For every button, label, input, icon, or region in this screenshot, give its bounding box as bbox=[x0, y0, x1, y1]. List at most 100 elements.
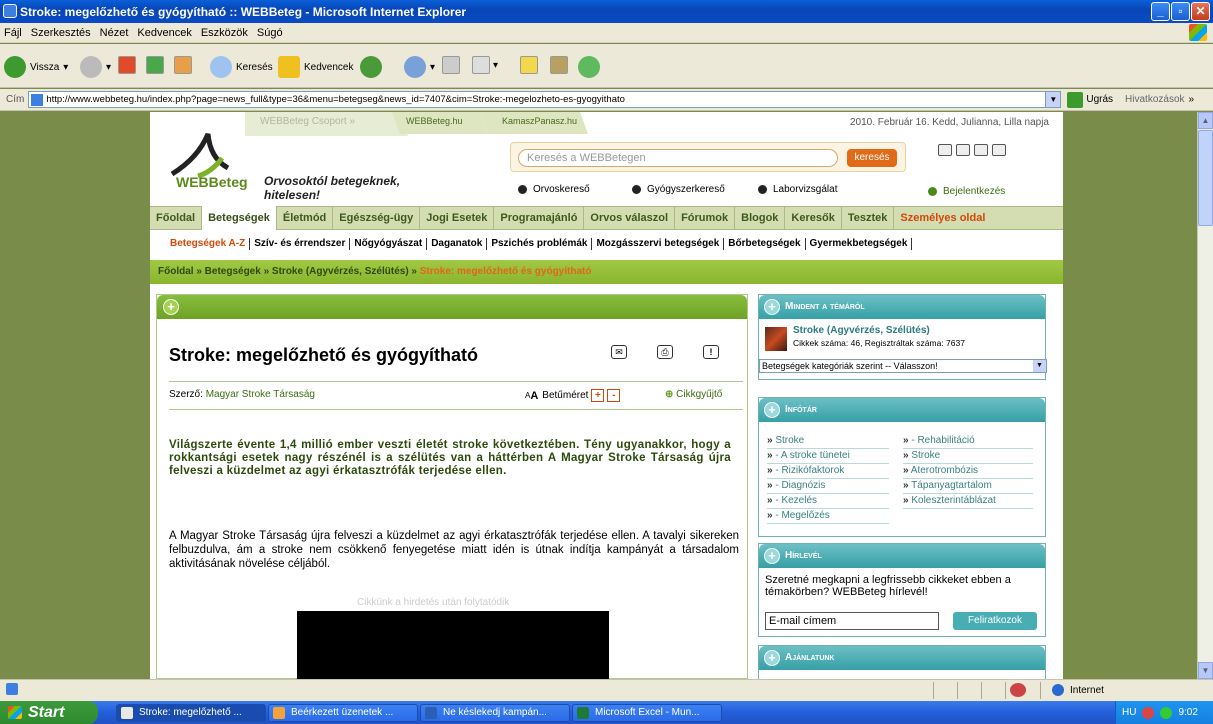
history-button[interactable] bbox=[360, 56, 386, 78]
info-link[interactable]: » - Megelőzés bbox=[767, 509, 889, 524]
messenger-button[interactable] bbox=[578, 56, 604, 78]
refresh-button[interactable] bbox=[146, 56, 164, 74]
sitemap-icon[interactable] bbox=[956, 144, 970, 156]
favorites-button[interactable]: Kedvencek bbox=[278, 56, 353, 78]
author-link[interactable]: Magyar Stroke Társaság bbox=[206, 389, 315, 400]
topic-link[interactable]: Stroke (Agyvérzés, Szélütés) bbox=[793, 325, 930, 336]
info-link[interactable]: » - Rizikófaktorok bbox=[767, 464, 889, 479]
nav-searchers[interactable]: Keresők bbox=[785, 206, 842, 230]
site-search-button[interactable]: keresés bbox=[847, 149, 897, 167]
mail-button[interactable]: ▾ bbox=[404, 56, 435, 78]
search-button[interactable]: Keresés bbox=[210, 56, 273, 78]
subnav-az[interactable]: Betegségek A-Z bbox=[166, 238, 251, 250]
info-link[interactable]: » Stroke bbox=[903, 449, 1033, 464]
popup-blocker-icon[interactable] bbox=[1010, 683, 1026, 697]
nav-home[interactable]: Főoldal bbox=[150, 206, 203, 230]
info-link[interactable]: » Aterotrombózis bbox=[903, 464, 1033, 479]
forward-button[interactable]: ▾ bbox=[80, 56, 111, 78]
nav-healthcare[interactable]: Egészség-ügy bbox=[333, 206, 421, 230]
breadcrumb-path[interactable]: Főoldal » Betegségek » Stroke (Agyvérzés… bbox=[158, 266, 420, 277]
menu-favorites[interactable]: Kedvencek bbox=[137, 27, 191, 39]
scroll-thumb[interactable] bbox=[1198, 130, 1213, 226]
home-small-icon[interactable] bbox=[938, 144, 952, 156]
site-logo[interactable]: WEBBeteg Orvosoktól betegeknek, hitelese… bbox=[168, 128, 418, 202]
menu-tools[interactable]: Eszközök bbox=[201, 27, 248, 39]
close-button[interactable]: ✕ bbox=[1191, 2, 1210, 21]
info-link[interactable]: » - Kezelés bbox=[767, 494, 889, 509]
tab-webbeteg[interactable]: WEBBeteg.hu bbox=[406, 116, 463, 126]
scroll-down-icon[interactable]: ▼ bbox=[1198, 662, 1213, 679]
links-chevron-icon[interactable]: » bbox=[1189, 94, 1195, 105]
font-increase-button[interactable]: + bbox=[591, 389, 605, 402]
maximize-button[interactable]: ▫ bbox=[1171, 2, 1190, 21]
language-indicator[interactable]: HU bbox=[1122, 707, 1136, 718]
login-link[interactable]: Bejelentkezés bbox=[928, 186, 1005, 197]
ad-banner[interactable] bbox=[297, 611, 609, 679]
lab-test-link[interactable]: Laborvizsgálat bbox=[758, 184, 837, 195]
subnav-skin[interactable]: Bőrbetegségek bbox=[724, 238, 806, 250]
subscribe-button[interactable]: Feliratkozok bbox=[953, 612, 1037, 630]
start-button[interactable]: Start bbox=[0, 701, 98, 724]
subnav-psych[interactable]: Pszichés problémák bbox=[487, 238, 593, 250]
tab-kamaszpanasz[interactable]: KamaszPanasz.hu bbox=[502, 116, 577, 126]
mail-small-icon[interactable] bbox=[974, 144, 988, 156]
print-article-icon[interactable]: ⎙ bbox=[657, 345, 673, 359]
email-input[interactable]: E-mail címem bbox=[765, 612, 939, 630]
clock[interactable]: 9:02 bbox=[1178, 707, 1197, 718]
menu-help[interactable]: Súgó bbox=[257, 27, 283, 39]
nav-tests[interactable]: Tesztek bbox=[842, 206, 895, 230]
task-excel[interactable]: Microsoft Excel - Mun... bbox=[572, 704, 722, 722]
nav-programs[interactable]: Programajánló bbox=[494, 206, 585, 230]
info-link[interactable]: » Stroke bbox=[767, 434, 889, 449]
subnav-cancer[interactable]: Daganatok bbox=[427, 238, 488, 250]
scroll-up-icon[interactable]: ▲ bbox=[1198, 112, 1213, 129]
info-link[interactable]: » Tápanyagtartalom bbox=[903, 479, 1033, 494]
info-link[interactable]: » - Diagnózis bbox=[767, 479, 889, 494]
task-word[interactable]: Ne késlekedj kampán... bbox=[420, 704, 570, 722]
info-link[interactable]: » - A stroke tünetei bbox=[767, 449, 889, 464]
category-select[interactable]: Betegségek kategóriák szerint -- Válassz… bbox=[759, 359, 1047, 373]
collector-link[interactable]: ⊕ Cikkgyűjtő bbox=[665, 389, 722, 400]
menu-view[interactable]: Nézet bbox=[100, 27, 129, 39]
nav-doctor-answers[interactable]: Orvos válaszol bbox=[584, 206, 676, 230]
nav-lifestyle[interactable]: Életmód bbox=[277, 206, 334, 230]
task-ie[interactable]: Stroke: megelőzhető ... bbox=[116, 704, 266, 722]
minimize-button[interactable]: _ bbox=[1151, 2, 1170, 21]
print-button[interactable] bbox=[442, 56, 460, 74]
drug-finder-link[interactable]: Gyógyszerkereső bbox=[632, 184, 725, 195]
site-search-input[interactable]: Keresés a WEBBetegen bbox=[518, 149, 838, 167]
tray-app-icon[interactable] bbox=[1142, 706, 1155, 719]
window-title-bar[interactable]: Stroke: megelőzhető és gyógyítható :: WE… bbox=[0, 0, 1213, 23]
research-button[interactable] bbox=[550, 56, 568, 74]
report-icon[interactable]: ! bbox=[703, 345, 719, 359]
doctor-finder-link[interactable]: Orvoskereső bbox=[518, 184, 590, 195]
go-button[interactable]: Ugrás bbox=[1067, 91, 1113, 108]
discuss-button[interactable] bbox=[520, 56, 538, 74]
subnav-cardio[interactable]: Szív- és érrendszer bbox=[250, 238, 351, 250]
nav-blogs[interactable]: Blogok bbox=[735, 206, 786, 230]
edit-button[interactable]: ▾ bbox=[472, 56, 498, 74]
address-dropdown-icon[interactable]: ▼ bbox=[1045, 92, 1061, 107]
tab-webbeteg-group[interactable]: WEBBeteg Csoport » bbox=[260, 116, 355, 127]
subnav-musculo[interactable]: Mozgásszervi betegségek bbox=[592, 238, 725, 250]
font-decrease-button[interactable]: - bbox=[607, 389, 621, 402]
subnav-gyn[interactable]: Nőgyógyászat bbox=[350, 238, 428, 250]
email-article-icon[interactable]: ✉ bbox=[611, 345, 627, 359]
vertical-scrollbar[interactable]: ▲ ▼ bbox=[1197, 112, 1213, 679]
back-button[interactable]: Vissza ▾ bbox=[4, 56, 68, 78]
nav-forums[interactable]: Fórumok bbox=[675, 206, 736, 230]
tray-network-icon[interactable] bbox=[1160, 706, 1173, 719]
menu-file[interactable]: Fájl bbox=[4, 27, 22, 39]
nav-diseases[interactable]: Betegségek bbox=[202, 206, 277, 230]
menu-edit[interactable]: Szerkesztés bbox=[31, 27, 91, 39]
nav-legal[interactable]: Jogi Esetek bbox=[420, 206, 495, 230]
task-mail[interactable]: Beérkezett üzenetek ... bbox=[268, 704, 418, 722]
info-link[interactable]: » - Rehabilitáció bbox=[903, 434, 1033, 449]
home-button[interactable] bbox=[174, 56, 192, 74]
stroke-thumbnail[interactable] bbox=[765, 327, 787, 351]
stop-button[interactable] bbox=[118, 56, 136, 74]
print-small-icon[interactable] bbox=[992, 144, 1006, 156]
links-button[interactable]: Hivatkozások bbox=[1125, 94, 1184, 105]
nav-personal[interactable]: Személyes oldal bbox=[894, 206, 991, 230]
info-link[interactable]: » Koleszterintáblázat bbox=[903, 494, 1033, 509]
